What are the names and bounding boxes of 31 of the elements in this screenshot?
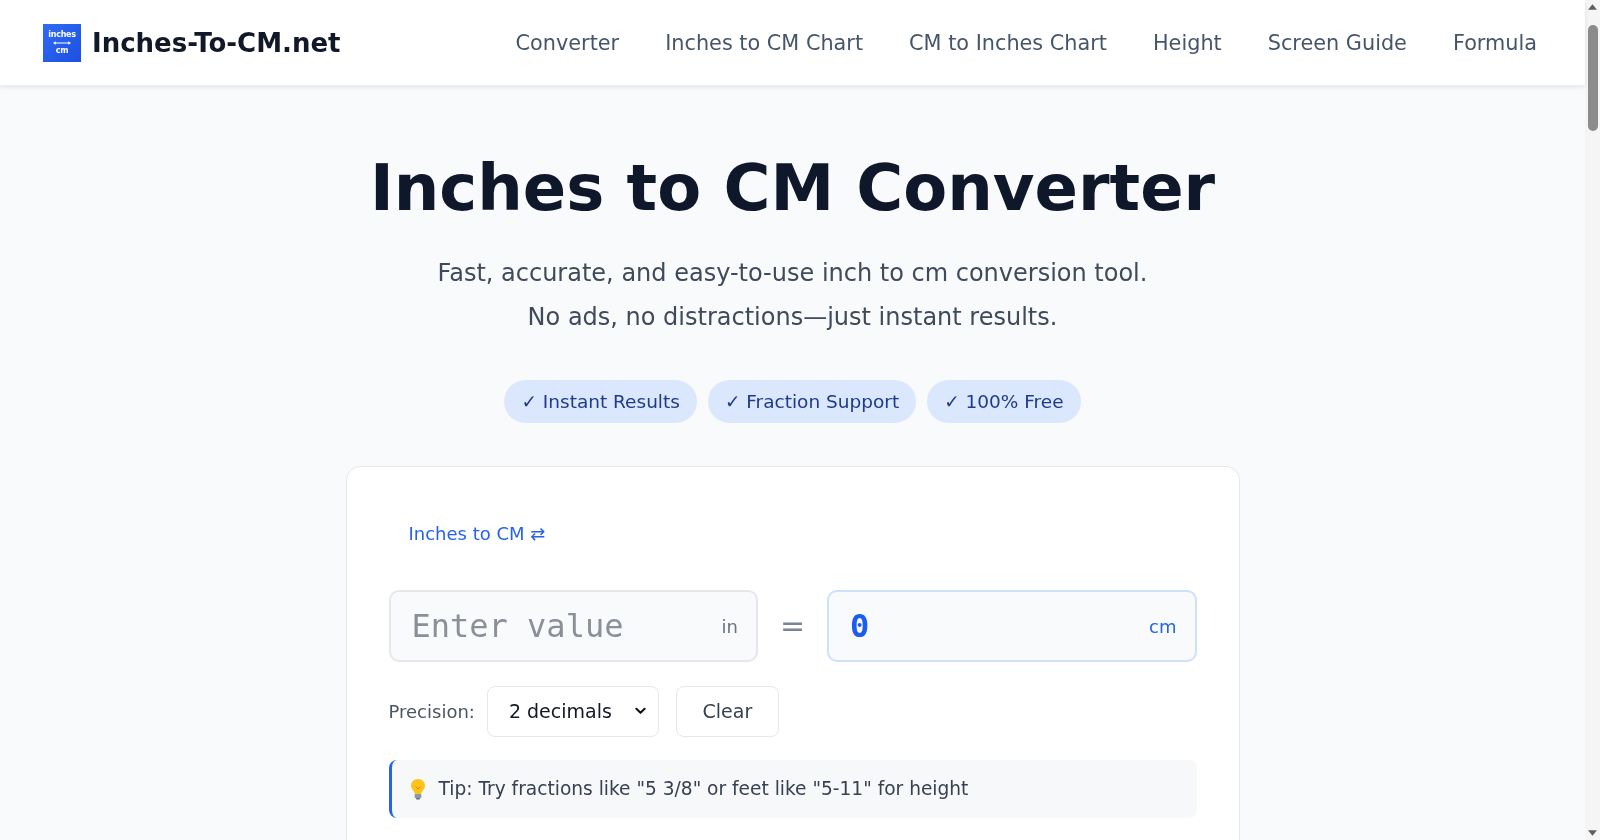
logo-text: cm — [55, 46, 69, 55]
nav-link[interactable]: Formula — [1452, 30, 1537, 55]
page-title: Inches to CM Converter — [369, 150, 1216, 227]
feature-tag: ✓ 100% Free — [927, 379, 1081, 423]
logo-text: inches — [48, 30, 76, 39]
scrollbar[interactable] — [1585, 0, 1600, 840]
equals-sign: = — [779, 608, 806, 644]
unit-label: in — [721, 615, 738, 637]
nav-link[interactable]: Inches to CM Chart — [665, 30, 864, 55]
feature-tag: ✓ Fraction Support — [707, 379, 917, 423]
nav-link[interactable]: Height — [1152, 30, 1222, 55]
subtitle-text: Fast, accurate, and easy-to-use inch to cm conversion tool. — [437, 257, 1148, 289]
precision-select[interactable]: 2 decimals — [486, 685, 659, 737]
logo-tile[interactable]: inches cm — [43, 23, 81, 62]
scroll-down-arrow-icon[interactable] — [1588, 830, 1597, 836]
nav-link[interactable]: Screen Guide — [1267, 30, 1407, 55]
subtitle-text: No ads, no distractions—just instant results. — [527, 301, 1058, 333]
caret-icon — [634, 707, 646, 716]
direction-toggle[interactable]: Inches to CM ⇄ — [388, 512, 566, 554]
tip-text: Tip: Try fractions like "5 3/8" or feet like "5-11" for height — [438, 778, 969, 800]
feature-tag: ✓ Instant Results — [504, 379, 697, 423]
site-name[interactable]: Inches-To-CM.net — [92, 27, 341, 58]
precision-label: Precision: — [388, 700, 475, 722]
nav-link[interactable]: CM to Inches Chart — [909, 30, 1107, 55]
unit-label: cm — [1149, 615, 1177, 637]
scroll-up-arrow-icon[interactable] — [1588, 4, 1597, 10]
lightbulb-icon — [409, 777, 426, 800]
double-arrow-icon — [53, 40, 71, 45]
scrollbar-thumb[interactable] — [1587, 25, 1598, 131]
clear-button[interactable]: Clear — [675, 685, 779, 737]
nav-link[interactable]: Converter — [515, 30, 620, 55]
